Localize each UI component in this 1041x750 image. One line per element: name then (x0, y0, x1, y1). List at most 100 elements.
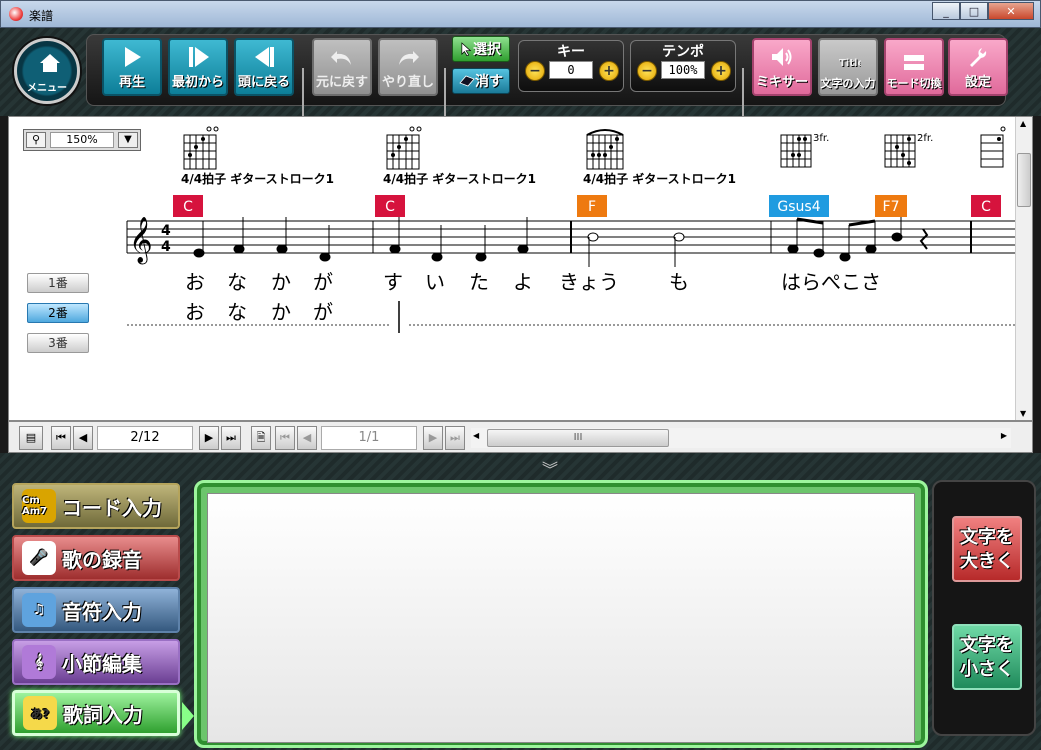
undo-button[interactable]: 元に戻す (312, 38, 372, 96)
mode-switch-button[interactable]: モード切換 (884, 38, 944, 96)
first-page-button[interactable]: ⏮ (275, 426, 295, 450)
scroll-right-icon[interactable]: ▶ (1001, 431, 1007, 440)
mode-measure-edit[interactable]: 𝄞 小節編集 (12, 639, 180, 685)
from-start-icon (189, 47, 209, 67)
notes[interactable] (193, 217, 929, 267)
text-bigger-button[interactable]: 文字を 大きく (952, 516, 1022, 582)
horizontal-scrollbar[interactable]: ◀ III ▶ (471, 428, 1011, 448)
lyric-syllable[interactable]: も (669, 270, 689, 294)
menu-button[interactable]: メニュー (14, 38, 80, 104)
first-measure-button[interactable]: ⏮ (51, 426, 71, 450)
lyric-syllable[interactable]: が (313, 300, 333, 324)
stroke-pattern-label: 4/4拍子 ギターストローク1 (583, 171, 736, 186)
mode-note-input[interactable]: ♫ 音符入力 (12, 587, 180, 633)
last-page-button[interactable]: ⏭ (445, 426, 465, 450)
expand-chevron-icon[interactable]: ︾ (535, 456, 565, 479)
eraser-icon (459, 75, 475, 87)
redo-button[interactable]: やり直し (378, 38, 438, 96)
vertical-scrollbar[interactable]: ▲ ▼ (1015, 117, 1032, 420)
mode-label: コード入力 (62, 495, 162, 520)
last-measure-button[interactable]: ⏭ (221, 426, 241, 450)
mode-song-recording[interactable]: 🎤 歌の録音 (12, 535, 180, 581)
settings-button[interactable]: 設定 (948, 38, 1008, 96)
text-icon: Title (839, 58, 861, 69)
minimize-button[interactable]: _ (932, 2, 960, 20)
close-button[interactable]: ✕ (988, 2, 1034, 20)
settings-label: 設定 (964, 75, 991, 90)
lyric-edit-frame (194, 480, 928, 748)
next-page-button[interactable]: ▶ (423, 426, 443, 450)
prev-measure-button[interactable]: ◀ (73, 426, 93, 450)
back-to-head-icon (255, 47, 274, 67)
chord-name: F7 (883, 199, 900, 215)
lyric-edit-area[interactable] (207, 493, 915, 743)
tempo-control: テンポ − 100% + (630, 40, 736, 92)
navigation-bar: ▤ ⏮ ◀ 2/12 ▶ ⏭ 🗎 ⏮ ◀ 1/1 ▶ ⏭ ◀ III ▶ (8, 421, 1033, 453)
text-smaller-button[interactable]: 文字を 小さく (952, 624, 1022, 690)
erase-button[interactable]: 消す (452, 68, 510, 94)
lyric-syllable[interactable]: な (227, 270, 247, 294)
page-icon[interactable]: 🗎 (251, 426, 271, 450)
scroll-down-icon[interactable]: ▼ (1020, 409, 1026, 418)
select-button[interactable]: 選択 (452, 36, 510, 62)
stroke-pattern-label: 4/4拍子 ギターストローク1 (181, 171, 334, 186)
lyric-syllable[interactable]: か (271, 270, 291, 294)
tempo-plus-button[interactable]: + (711, 61, 731, 81)
from-start-button[interactable]: 最初から (168, 38, 228, 96)
lyrics-row[interactable]: お な か が (185, 300, 333, 324)
time-signature-icon: 4 (161, 239, 171, 255)
lyric-syllable[interactable]: が (313, 270, 333, 294)
key-value[interactable]: 0 (549, 61, 593, 79)
menu-label: メニュー (27, 83, 67, 94)
lyric-syllable[interactable]: お (185, 300, 205, 324)
score-canvas: 3fr. 2fr. 4/4拍子 ギターストローク1 4/4拍子 ギターストローク… (126, 126, 1015, 333)
toolbar-divider (444, 68, 446, 122)
mode-lyric-input[interactable]: あ? 歌詞入力 (12, 690, 180, 736)
score-view[interactable]: ⚲ 150% ▼ 1番 2番 3番 3fr. 2fr. 4/4拍子 ギターストロ… (8, 116, 1033, 421)
lyric-syllable[interactable]: よ (513, 270, 533, 294)
layout-icon (904, 55, 924, 70)
key-minus-button[interactable]: − (525, 61, 545, 81)
lyric-syllable[interactable]: か (271, 300, 291, 324)
key-label: キー (557, 44, 585, 60)
lyric-syllable[interactable]: た (469, 270, 489, 294)
chord-name: C (385, 199, 395, 215)
measure-indicator: 2/12 (97, 426, 193, 450)
scroll-thumb[interactable] (1017, 153, 1031, 207)
mode-label: 小節編集 (62, 651, 142, 676)
lyric-syllable[interactable]: はらぺこさ (781, 270, 881, 294)
mixer-button[interactable]: ミキサー (752, 38, 812, 96)
lyrics-row[interactable]: お な か が す い た よ きょう も はらぺこさ (185, 270, 881, 294)
lyric-syllable[interactable]: い (425, 270, 445, 294)
toolbar-divider (302, 68, 304, 122)
next-measure-button[interactable]: ▶ (199, 426, 219, 450)
key-plus-button[interactable]: + (599, 61, 619, 81)
lyric-syllable[interactable]: な (227, 300, 247, 324)
scroll-up-icon[interactable]: ▲ (1020, 119, 1026, 128)
time-signature-icon: 4 (161, 223, 171, 239)
speaker-icon (772, 48, 792, 66)
play-label: 再生 (118, 75, 145, 90)
horizontal-scroll-thumb[interactable]: III (487, 429, 669, 447)
text-size-panel: 文字を 大きく 文字を 小さく (932, 480, 1036, 736)
window-title: 楽譜 (29, 9, 54, 23)
play-button[interactable]: 再生 (102, 38, 162, 96)
window-controls: _ □ ✕ (932, 2, 1034, 20)
cursor-icon (461, 42, 472, 56)
mode-switch-label: モード切換 (886, 77, 942, 90)
tempo-value[interactable]: 100% (661, 61, 705, 79)
back-to-head-button[interactable]: 頭に戻る (234, 38, 294, 96)
mode-chord-input[interactable]: Cm Am7 コード入力 (12, 483, 180, 529)
lyric-syllable[interactable]: す (383, 270, 403, 294)
prev-page-button[interactable]: ◀ (297, 426, 317, 450)
staff-icon: 𝄞 (22, 645, 56, 679)
scroll-left-icon[interactable]: ◀ (473, 431, 479, 440)
text-input-button[interactable]: Title 文字の入力 (818, 38, 878, 96)
tempo-minus-button[interactable]: − (637, 61, 657, 81)
redo-label: やり直し (381, 75, 434, 90)
lyric-syllable[interactable]: お (185, 270, 205, 294)
maximize-button[interactable]: □ (960, 2, 988, 20)
from-start-label: 最初から (171, 75, 224, 90)
list-icon[interactable]: ▤ (19, 426, 43, 450)
lyric-syllable[interactable]: きょう (559, 270, 619, 294)
